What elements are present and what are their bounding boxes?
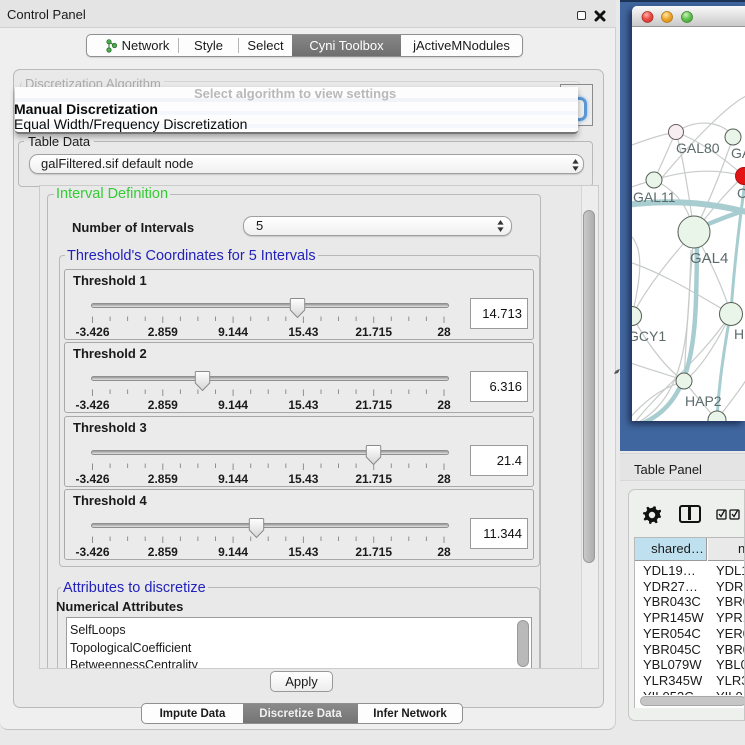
svg-text:GA: GA — [731, 145, 745, 161]
svg-text:GAL80: GAL80 — [676, 140, 720, 156]
svg-text:C: C — [737, 185, 745, 201]
svg-text:H: H — [734, 326, 744, 342]
svg-text:GCY1: GCY1 — [632, 328, 666, 344]
svg-text:GAL11: GAL11 — [633, 189, 676, 205]
svg-text:HAP2: HAP2 — [685, 393, 722, 409]
svg-text:GAL4: GAL4 — [690, 250, 728, 267]
